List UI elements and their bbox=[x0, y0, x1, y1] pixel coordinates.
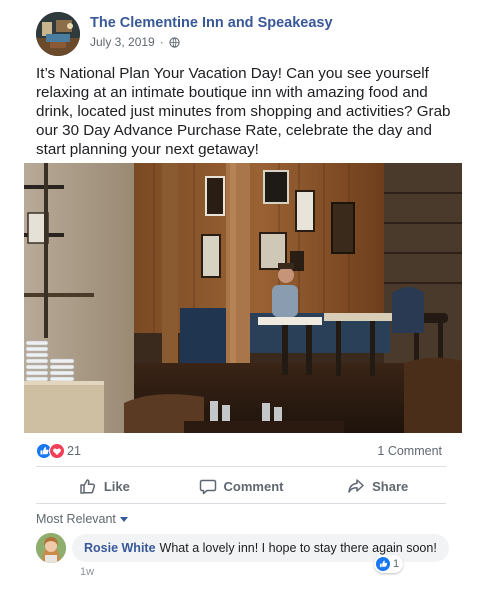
comment-sort-label: Most Relevant bbox=[36, 512, 116, 526]
comment-item: Rosie White What a lovely inn! I hope to… bbox=[36, 533, 449, 593]
like-reaction-icon bbox=[376, 557, 390, 571]
meta-separator: · bbox=[159, 35, 164, 49]
reaction-count[interactable]: 21 bbox=[67, 444, 81, 458]
comment-author-link[interactable]: Rosie White bbox=[84, 541, 156, 555]
love-reaction-icon bbox=[49, 443, 65, 459]
page-avatar[interactable] bbox=[36, 12, 80, 56]
post-date[interactable]: July 3, 2019 bbox=[90, 35, 155, 49]
share-arrow-icon bbox=[348, 479, 364, 493]
comment-sort-dropdown[interactable]: Most Relevant bbox=[36, 512, 128, 526]
comment-like-count: 1 bbox=[393, 558, 400, 570]
page-name-link[interactable]: The Clementine Inn and Speakeasy bbox=[90, 15, 333, 31]
reaction-icons[interactable] bbox=[36, 443, 66, 459]
like-button[interactable]: Like bbox=[36, 470, 173, 502]
post-photo[interactable] bbox=[24, 163, 462, 433]
divider bbox=[36, 503, 446, 504]
thumbs-up-icon bbox=[80, 479, 95, 494]
post-actions: Like Comment Share bbox=[36, 470, 446, 502]
like-label: Like bbox=[103, 478, 130, 494]
reactions-bar: 21 1 Comment bbox=[36, 440, 446, 462]
post-text: It’s National Plan Your Vacation Day! Ca… bbox=[36, 65, 451, 158]
comment-button[interactable]: Comment bbox=[173, 470, 310, 502]
globe-icon[interactable] bbox=[169, 36, 180, 48]
comment-bubble-icon bbox=[199, 479, 216, 495]
post-header: The Clementine Inn and Speakeasy July 3,… bbox=[36, 12, 456, 56]
comment-like-badge[interactable]: 1 bbox=[374, 555, 404, 573]
share-label: Share bbox=[372, 478, 409, 494]
comment-count-link[interactable]: 1 Comment bbox=[377, 444, 442, 458]
divider bbox=[36, 466, 446, 467]
commenter-avatar[interactable] bbox=[36, 533, 66, 563]
comment-timestamp[interactable]: 1w bbox=[80, 566, 94, 578]
caret-down-icon bbox=[119, 517, 128, 522]
comment-label: Comment bbox=[223, 478, 284, 494]
comment-text: What a lovely inn! I hope to stay there … bbox=[159, 541, 437, 555]
share-button[interactable]: Share bbox=[309, 470, 446, 502]
post-meta: July 3, 2019 · bbox=[90, 35, 180, 49]
